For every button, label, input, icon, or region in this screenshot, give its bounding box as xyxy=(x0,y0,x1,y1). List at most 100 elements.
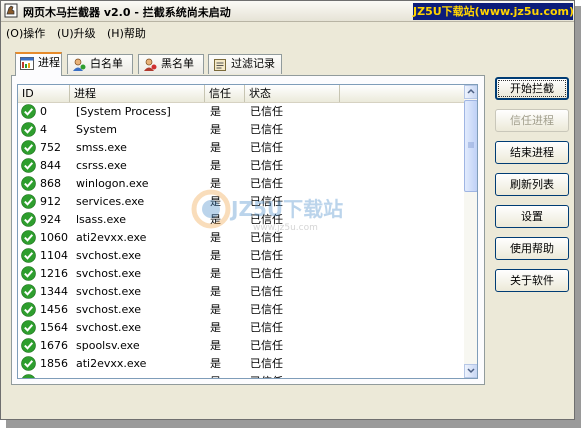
cell-trust: 是 xyxy=(210,321,221,334)
menu-help[interactable]: (H)帮助 xyxy=(107,25,146,41)
tab-filter-log-label: 过滤记录 xyxy=(231,57,275,70)
cell-trust: 是 xyxy=(210,303,221,316)
cell-id: 868 xyxy=(40,177,61,190)
column-header-id[interactable]: ID xyxy=(18,85,70,102)
cell-process: winlogon.exe xyxy=(76,177,149,190)
window-shadow-right xyxy=(575,6,581,422)
trusted-check-icon xyxy=(21,302,36,317)
table-row[interactable]: 1456 svchost.exe 是 已信任 xyxy=(18,301,464,319)
cell-status: 已信任 xyxy=(250,105,283,118)
menu-upgrade[interactable]: (U)升级 xyxy=(57,25,96,41)
process-list-icon xyxy=(20,57,34,70)
cell-process: lsass.exe xyxy=(76,213,126,226)
trusted-check-icon xyxy=(21,212,36,227)
column-header-trust[interactable]: 信任 xyxy=(205,85,245,102)
grip-icon xyxy=(468,142,474,148)
cell-status: 已信任 xyxy=(250,339,283,352)
cell-process: svchost.exe xyxy=(76,303,142,316)
table-row[interactable]: 4 System 是 已信任 xyxy=(18,121,464,139)
table-row[interactable]: 844 csrss.exe 是 已信任 xyxy=(18,157,464,175)
table-row[interactable]: 1216 svchost.exe 是 已信任 xyxy=(18,265,464,283)
trust-process-button[interactable]: 信任进程 xyxy=(495,109,569,132)
table-row[interactable]: 1856 ati2evxx.exe 是 已信任 xyxy=(18,355,464,373)
trusted-check-icon xyxy=(22,374,35,378)
tab-process[interactable]: 进程 xyxy=(15,52,62,76)
title-bar[interactable]: 网页木马拦截器 v2.0 - 拦截系统尚未启动 JZ5U下载站(www.jz5u… xyxy=(1,1,574,22)
arrow-down-icon xyxy=(467,368,475,374)
vertical-scrollbar[interactable] xyxy=(464,85,477,378)
table-row[interactable]: 1104 svchost.exe 是 已信任 xyxy=(18,247,464,265)
help-button[interactable]: 使用帮助 xyxy=(495,237,569,260)
scroll-thumb[interactable] xyxy=(464,100,477,192)
refresh-list-button[interactable]: 刷新列表 xyxy=(495,173,569,196)
cell-id: 1216 xyxy=(40,267,68,280)
table-row[interactable]: 1060 ati2evxx.exe 是 已信任 xyxy=(18,229,464,247)
table-row[interactable]: 924 lsass.exe 是 已信任 xyxy=(18,211,464,229)
table-row[interactable]: 是 已信任 xyxy=(18,373,464,378)
cell-id: 1856 xyxy=(40,357,68,370)
start-intercept-button[interactable]: 开始拦截 xyxy=(495,77,569,100)
cell-process: svchost.exe xyxy=(76,285,142,298)
whitelist-user-icon xyxy=(73,58,86,71)
blacklist-user-icon xyxy=(144,58,157,71)
process-list[interactable]: ID 进程 信任 状态 0 [System Process] 是已信任 4 System… xyxy=(17,84,478,379)
cell-id: 1060 xyxy=(40,231,68,244)
cell-trust: 是 xyxy=(210,177,221,190)
cell-id: 844 xyxy=(40,159,61,172)
cell-id: 0 xyxy=(40,105,47,118)
trusted-check-icon xyxy=(21,266,36,281)
watermark-badge: JZ5U下载站(www.jz5u.com) xyxy=(413,3,575,20)
cell-status: 已信任 xyxy=(250,195,283,208)
cell-process: svchost.exe xyxy=(76,267,142,280)
cell-trust: 是 xyxy=(210,339,221,352)
cell-trust: 是 xyxy=(210,213,221,226)
cell-id: 1456 xyxy=(40,303,68,316)
tab-blacklist[interactable]: 黑名单 xyxy=(138,54,204,74)
cell-trust: 是 xyxy=(210,195,221,208)
cell-status: 已信任 xyxy=(250,373,283,378)
cell-status: 已信任 xyxy=(250,141,283,154)
trojan-horse-icon xyxy=(4,3,18,18)
cell-process: smss.exe xyxy=(76,141,127,154)
trusted-check-icon xyxy=(21,176,36,191)
cell-process: ati2evxx.exe xyxy=(76,231,147,244)
cell-trust: 是 xyxy=(210,123,221,136)
table-row[interactable]: 1344 svchost.exe 是 已信任 xyxy=(18,283,464,301)
about-button[interactable]: 关于软件 xyxy=(495,269,569,292)
trusted-check-icon xyxy=(21,248,36,263)
cell-trust: 是 xyxy=(210,249,221,262)
table-row[interactable]: 1564 svchost.exe 是 已信任 xyxy=(18,319,464,337)
tab-whitelist[interactable]: 白名单 xyxy=(67,54,133,74)
trusted-check-icon xyxy=(21,284,36,299)
cell-process: spoolsv.exe xyxy=(76,339,140,352)
cell-trust: 是 xyxy=(210,285,221,298)
cell-status: 已信任 xyxy=(250,231,283,244)
cell-id: 1676 xyxy=(40,339,68,352)
list-header: ID 进程 信任 状态 xyxy=(18,85,464,103)
cell-id: 752 xyxy=(40,141,61,154)
column-header-process[interactable]: 进程 xyxy=(70,85,205,102)
table-row[interactable]: 912 services.exe 是 已信任 xyxy=(18,193,464,211)
table-row[interactable]: 868 winlogon.exe 是 已信任 xyxy=(18,175,464,193)
trusted-check-icon xyxy=(21,356,36,371)
end-process-button[interactable]: 结束进程 xyxy=(495,141,569,164)
cell-status: 已信任 xyxy=(250,321,283,334)
settings-button[interactable]: 设置 xyxy=(495,205,569,228)
cell-trust: 是 xyxy=(210,267,221,280)
scroll-up-button[interactable] xyxy=(464,85,477,99)
table-row[interactable]: 1676 spoolsv.exe 是 已信任 xyxy=(18,337,464,355)
filter-log-icon xyxy=(214,59,226,71)
cell-status: 已信任 xyxy=(250,303,283,316)
cell-status: 已信任 xyxy=(250,357,283,370)
scroll-down-button[interactable] xyxy=(464,364,477,378)
cell-process: csrss.exe xyxy=(76,159,127,172)
cell-trust: 是 xyxy=(210,373,221,378)
tab-whitelist-label: 白名单 xyxy=(90,57,123,70)
table-row[interactable]: 752 smss.exe 是 已信任 xyxy=(18,139,464,157)
main-window: 网页木马拦截器 v2.0 - 拦截系统尚未启动 JZ5U下载站(www.jz5u… xyxy=(0,0,575,420)
table-row[interactable]: 0 [System Process] 是 已信任 xyxy=(18,103,464,121)
column-header-status[interactable]: 状态 xyxy=(245,85,340,102)
trusted-check-icon xyxy=(21,140,36,155)
menu-operate[interactable]: (O)操作 xyxy=(6,25,45,41)
tab-filter-log[interactable]: 过滤记录 xyxy=(208,54,282,74)
